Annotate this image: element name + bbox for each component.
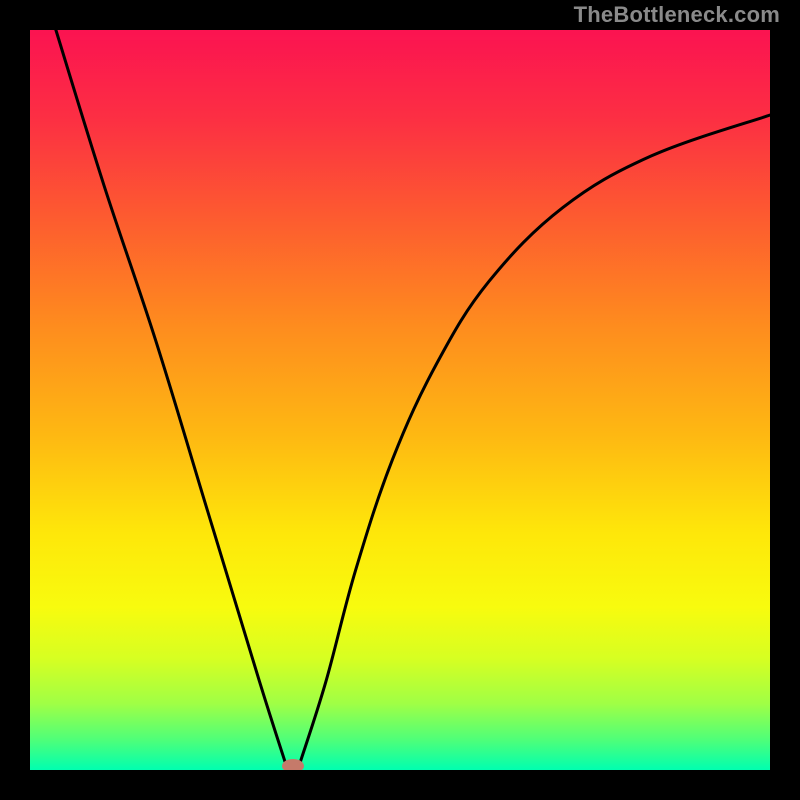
background-gradient	[30, 30, 770, 770]
outer-frame: TheBottleneck.com	[0, 0, 800, 800]
minimum-marker	[282, 759, 304, 770]
plot-area	[30, 30, 770, 770]
watermark-text: TheBottleneck.com	[574, 2, 780, 28]
